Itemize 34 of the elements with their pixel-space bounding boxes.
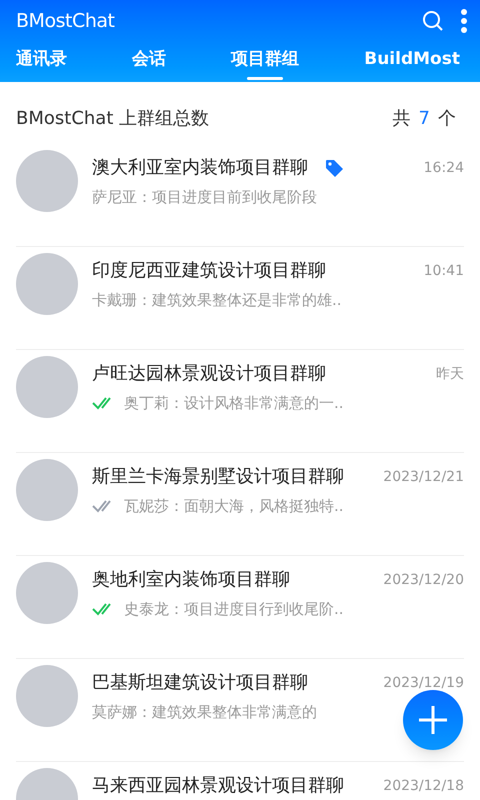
group-name: 卢旺达园林景观设计项目群聊	[92, 362, 326, 386]
group-name: 马来西亚园林景观设计项目群聊	[92, 774, 344, 798]
message-preview: 莫萨娜：建筑效果整体非常满意的	[92, 702, 317, 723]
group-list-item[interactable]: 卢旺达园林景观设计项目群聊 昨天 奥丁莉：设计风格非常满意的一..	[16, 350, 464, 453]
message-preview: 卡戴珊：建筑效果整体还是非常的雄..	[92, 290, 342, 311]
group-name: 斯里兰卡海景别墅设计项目群聊	[92, 465, 344, 489]
group-list-item[interactable]: 奥地利室内装饰项目群聊 2023/12/20 史泰龙：项目进度目行到收尾阶..	[16, 556, 464, 659]
group-name: 巴基斯坦建筑设计项目群聊	[92, 671, 308, 695]
group-count-label: BMostChat 上群组总数	[16, 106, 210, 130]
group-list-item[interactable]: 斯里兰卡海景别墅设计项目群聊 2023/12/21 瓦妮莎：面朝大海，风格挺独特..	[16, 453, 464, 556]
group-name: 奥地利室内装饰项目群聊	[92, 568, 290, 592]
group-name: 印度尼西亚建筑设计项目群聊	[92, 259, 326, 283]
group-name: 澳大利亚室内装饰项目群聊	[92, 156, 308, 180]
more-icon[interactable]	[460, 8, 468, 34]
message-preview: 奥丁莉：设计风格非常满意的一..	[124, 392, 344, 414]
search-icon[interactable]	[422, 10, 444, 32]
count-prefix: 共	[392, 106, 411, 130]
group-count: 7	[418, 106, 430, 130]
message-time: 10:41	[424, 262, 464, 281]
plus-icon	[417, 704, 449, 736]
message-time: 2023/12/21	[383, 468, 464, 487]
message-time: 昨天	[436, 365, 464, 384]
message-preview: 萨尼亚：项目进度目前到收尾阶段	[92, 186, 317, 208]
group-list-item[interactable]: 澳大利亚室内装饰项目群聊 16:24 萨尼亚：项目进度目前到收尾阶段	[16, 144, 464, 247]
count-suffix: 个	[438, 106, 456, 130]
message-preview: 史泰龙：项目进度目行到收尾阶..	[124, 598, 344, 620]
message-preview: 瓦妮莎：面朝大海，风格挺独特..	[124, 496, 344, 517]
message-time: 2023/12/20	[383, 571, 464, 590]
message-time: 2023/12/19	[383, 674, 464, 693]
message-time: 2023/12/18	[383, 777, 464, 796]
app-title: BMostChat	[16, 8, 115, 34]
group-list-item[interactable]: 马来西亚园林景观设计项目群聊 2023/12/18	[16, 762, 464, 800]
message-time: 16:24	[424, 159, 464, 178]
group-list-item[interactable]: 印度尼西亚建筑设计项目群聊 10:41 卡戴珊：建筑效果整体还是非常的雄..	[16, 247, 464, 350]
